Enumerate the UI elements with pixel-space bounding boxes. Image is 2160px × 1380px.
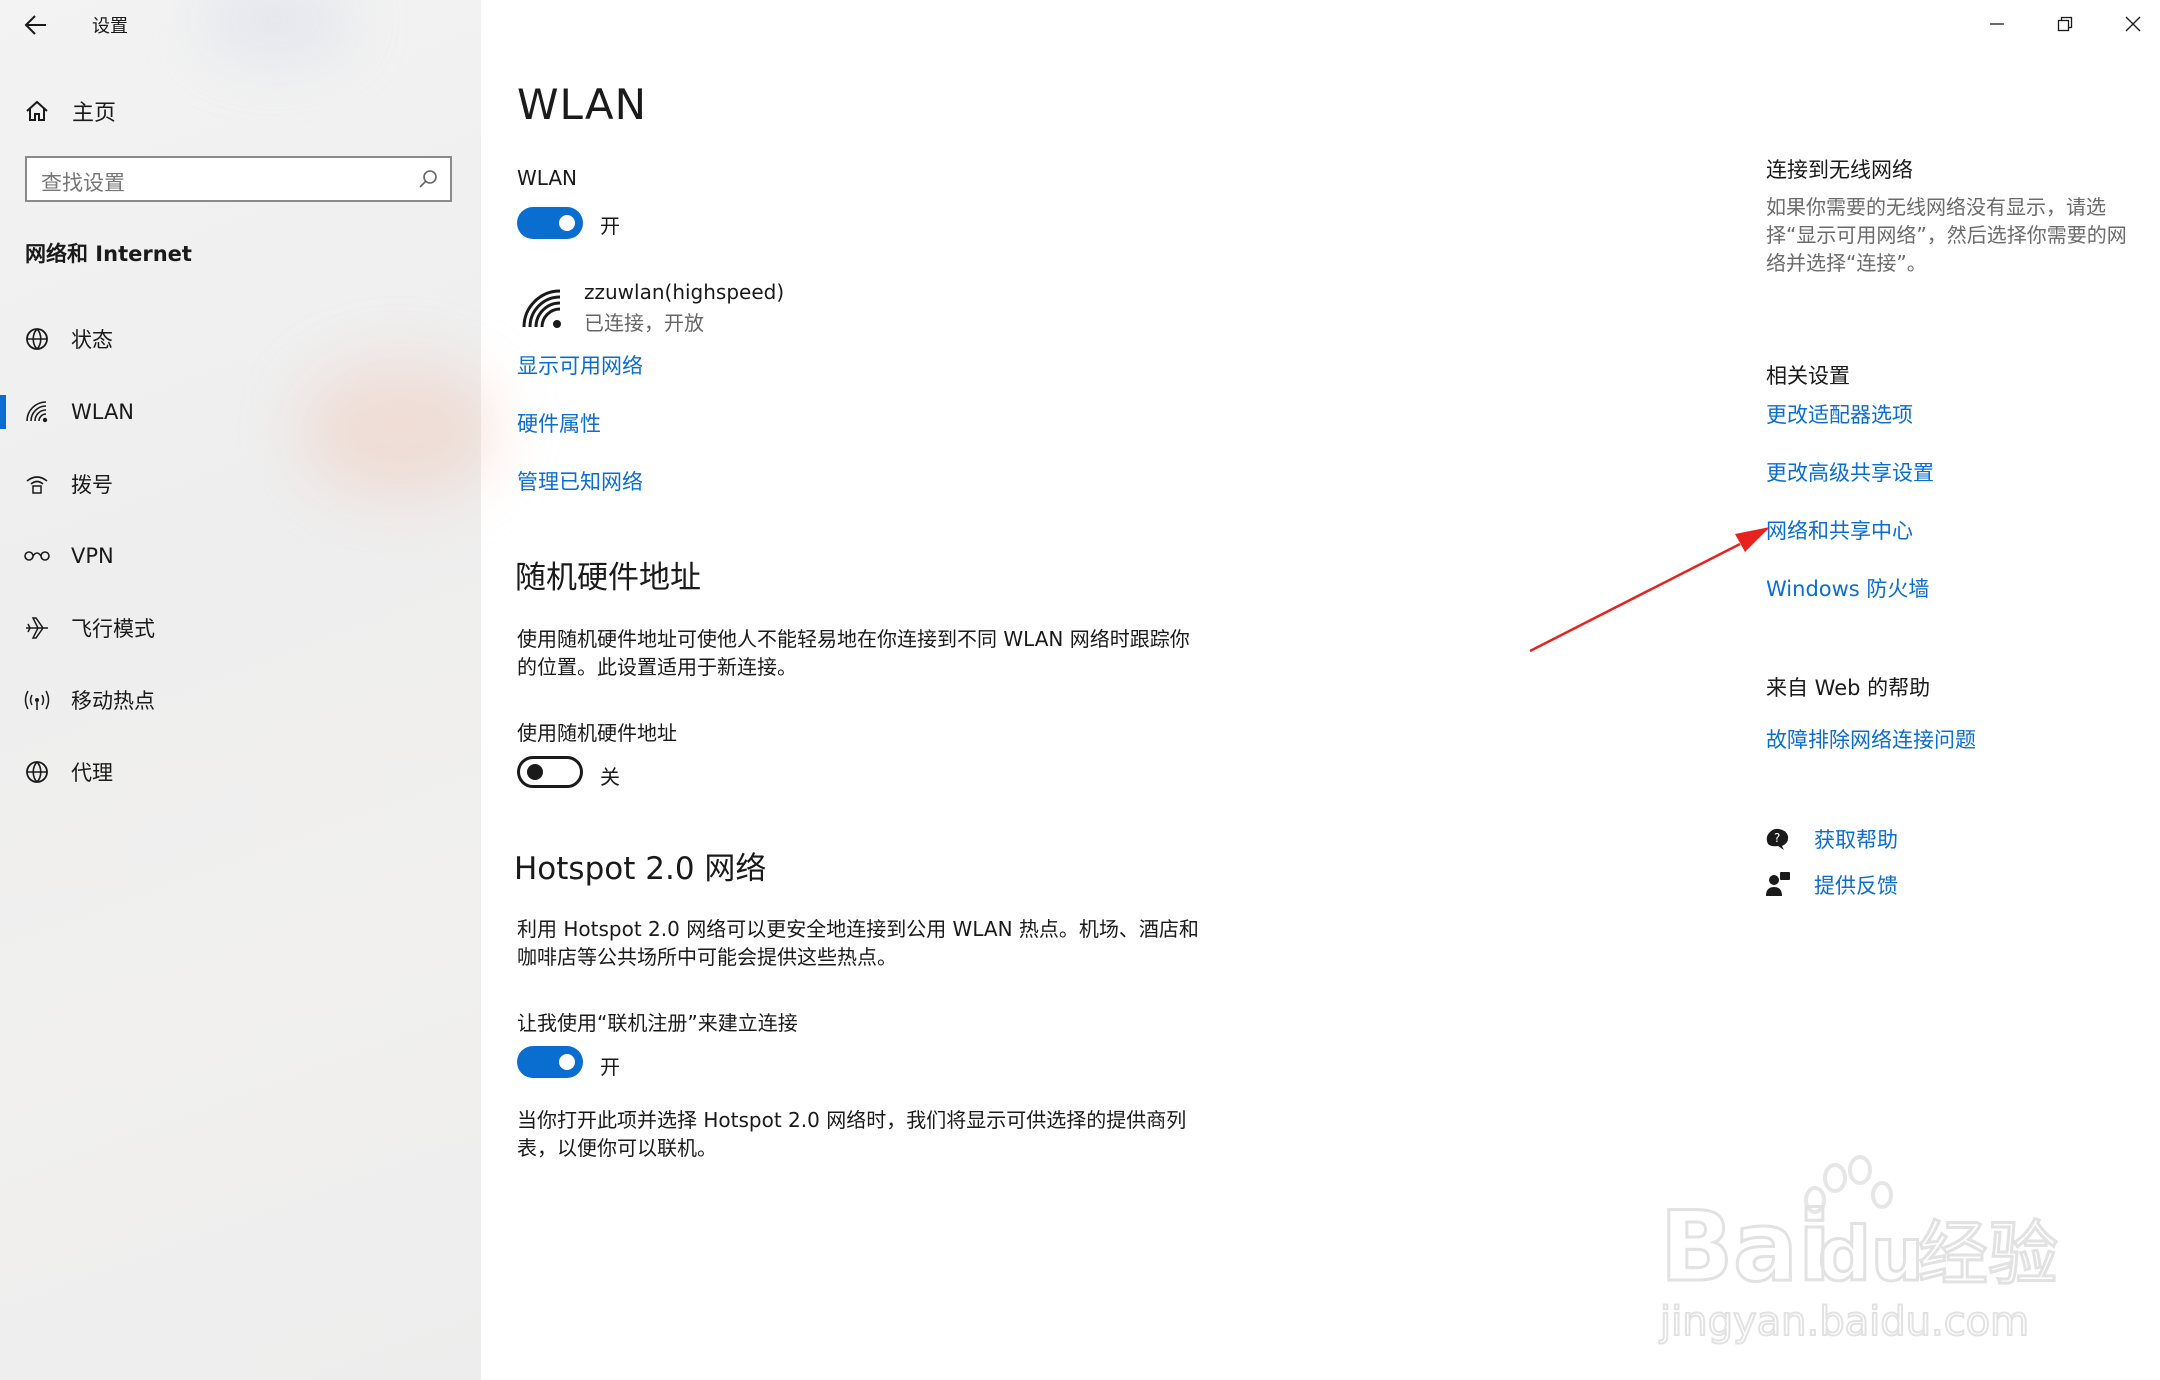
sidebar-item-vpn[interactable]: VPN [0, 525, 481, 587]
sidebar-item-label: 代理 [71, 761, 113, 785]
wlan-toggle-state: 开 [600, 214, 620, 238]
wlan-toggle-label: WLAN [517, 166, 578, 190]
sidebar-item-label: 飞行模式 [71, 617, 155, 641]
wallpaper-blur [200, 0, 350, 60]
baidu-watermark-logo: Bai du 经验 jingyan.baidu.com [1658, 1155, 2060, 1346]
windows-firewall-link[interactable]: Windows 防火墙 [1766, 573, 1929, 603]
sidebar-item-airplane[interactable]: 飞行模式 [0, 597, 481, 659]
toggle-knob [527, 764, 543, 780]
hotspot-heading: Hotspot 2.0 网络 [514, 851, 767, 887]
network-status: 已连接，开放 [584, 311, 704, 335]
restore-icon [2057, 16, 2073, 32]
sidebar-item-label: 拨号 [71, 473, 113, 497]
nav-home[interactable]: 主页 [24, 92, 116, 130]
manage-known-networks-link[interactable]: 管理已知网络 [517, 466, 643, 496]
wifi-network-icon [520, 285, 566, 331]
sidebar-item-label: VPN [71, 544, 114, 568]
hotspot-toggle-state: 开 [600, 1055, 620, 1079]
close-icon [2125, 16, 2141, 32]
show-available-networks-link[interactable]: 显示可用网络 [517, 350, 643, 380]
nav-home-label: 主页 [72, 101, 117, 126]
search-input[interactable]: 查找设置 [25, 156, 452, 202]
selection-indicator [0, 395, 6, 429]
sidebar-item-dialup[interactable]: 拨号 [0, 453, 481, 515]
random-hw-toggle-state: 关 [600, 765, 620, 789]
sidebar-item-label: WLAN [71, 400, 135, 424]
sidebar-item-status[interactable]: 状态 [0, 308, 481, 370]
back-button[interactable] [22, 8, 50, 42]
sidebar-item-wlan[interactable]: WLAN [0, 381, 481, 443]
airplane-icon [23, 614, 51, 642]
hotspot-desc: 利用 Hotspot 2.0 网络可以更安全地连接到公用 WLAN 热点。机场、… [517, 917, 1199, 969]
feedback-link[interactable]: 提供反馈 [1814, 870, 1898, 900]
network-sharing-center-link[interactable]: 网络和共享中心 [1766, 515, 1913, 545]
wlan-toggle[interactable] [517, 207, 583, 239]
sidebar-item-hotspot[interactable]: 移动热点 [0, 669, 481, 731]
wifi-icon [23, 398, 51, 426]
adapter-options-link[interactable]: 更改适配器选项 [1766, 399, 1913, 429]
sidebar-item-proxy[interactable]: 代理 [0, 741, 481, 803]
restore-button[interactable] [2030, 0, 2100, 48]
search-placeholder: 查找设置 [41, 171, 125, 195]
svg-text:Bai: Bai [1660, 1191, 1831, 1303]
minimize-button[interactable] [1962, 0, 2032, 48]
hotspot-icon [23, 686, 51, 714]
random-hw-toggle[interactable] [517, 756, 583, 788]
svg-text:du: du [1818, 1212, 1924, 1298]
random-hw-desc: 使用随机硬件地址可使他人不能轻易地在你连接到不同 WLAN 网络时跟踪你的位置。… [517, 627, 1190, 679]
svg-text:?: ? [1774, 831, 1780, 845]
toggle-knob [559, 215, 575, 231]
home-icon [26, 100, 48, 121]
web-help-heading: 来自 Web 的帮助 [1766, 676, 1931, 700]
hardware-properties-link[interactable]: 硬件属性 [517, 408, 601, 438]
back-arrow-icon [24, 15, 46, 35]
minimize-icon [1990, 23, 2004, 25]
random-hw-toggle-label: 使用随机硬件地址 [517, 721, 677, 745]
toggle-knob [559, 1054, 575, 1070]
app-title: 设置 [92, 16, 128, 37]
sidebar-item-label: 状态 [71, 328, 113, 352]
close-button[interactable] [2098, 0, 2160, 48]
vpn-icon [23, 542, 51, 570]
sidebar-item-label: 移动热点 [71, 689, 155, 713]
connect-desc: 如果你需要的无线网络没有显示，请选择“显示可用网络”，然后选择你需要的网络并选择… [1766, 195, 2127, 275]
hotspot-note: 当你打开此项并选择 Hotspot 2.0 网络时，我们将显示可供选择的提供商列… [517, 1108, 1187, 1160]
svg-text:经验: 经验 [1918, 1213, 2058, 1295]
random-hw-heading: 随机硬件地址 [515, 560, 701, 596]
hotspot-toggle[interactable] [517, 1046, 583, 1078]
globe-status-icon [23, 325, 51, 353]
page-title: WLAN [517, 80, 648, 129]
hotspot-toggle-label: 让我使用“联机注册”来建立连接 [517, 1011, 798, 1035]
troubleshoot-link[interactable]: 故障排除网络连接问题 [1766, 724, 1976, 754]
network-name[interactable]: zzuwlan(highspeed) [584, 280, 784, 304]
connect-heading: 连接到无线网络 [1766, 158, 1913, 182]
sidebar-section-title: 网络和 Internet [25, 242, 192, 266]
feedback-icon [1764, 870, 1792, 898]
globe-icon [23, 758, 51, 786]
dialup-icon [23, 470, 51, 498]
search-icon [419, 170, 437, 188]
svg-text:jingyan.baidu.com: jingyan.baidu.com [1659, 1299, 2029, 1345]
get-help-icon: ? [1764, 824, 1792, 852]
advanced-sharing-link[interactable]: 更改高级共享设置 [1766, 457, 1934, 487]
get-help-link[interactable]: 获取帮助 [1814, 824, 1898, 854]
related-settings-heading: 相关设置 [1766, 364, 1850, 388]
